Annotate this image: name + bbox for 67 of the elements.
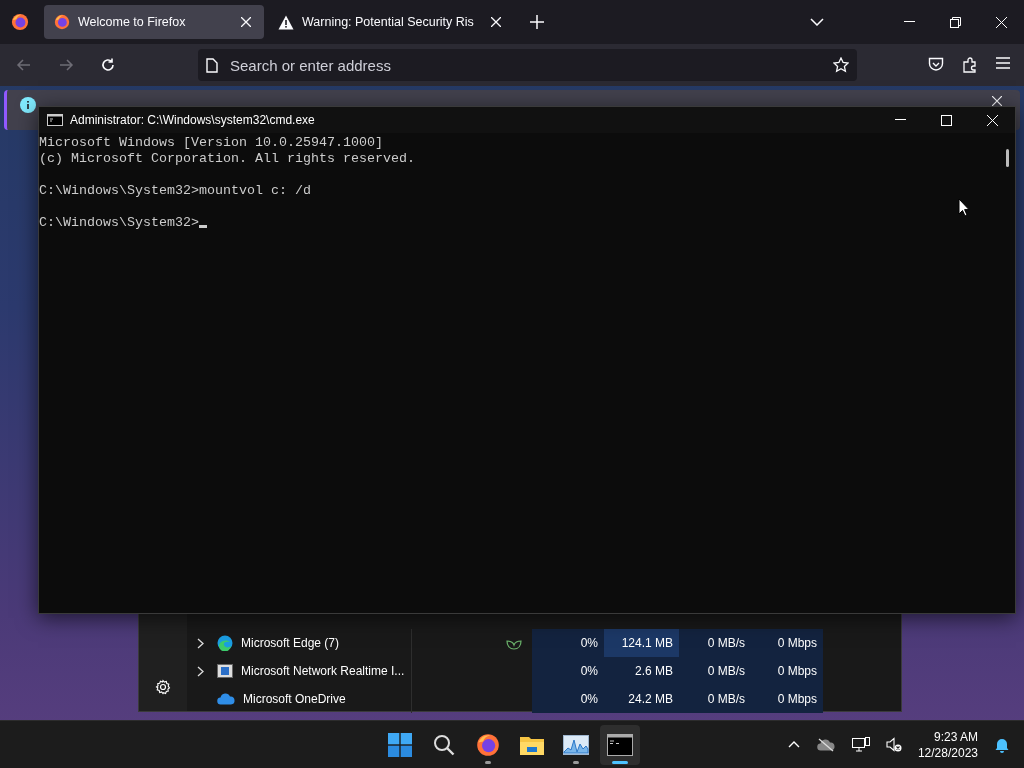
restore-icon[interactable] [949,16,961,28]
chevron-up-icon[interactable] [787,741,800,748]
table-cell: 0 Mbps [751,629,823,657]
table-cell: 0 MB/s [679,629,751,657]
console-line: C:\Windows\System32>mountvol c: /d [39,183,311,198]
process-name: Microsoft Network Realtime I... [241,664,405,678]
close-icon[interactable] [992,96,1002,106]
table-cell: 0 MB/s [679,657,751,685]
table-cell: 0% [532,629,604,657]
forward-arrow-icon [58,57,74,73]
performance-graph-icon [563,734,589,755]
close-tab-icon[interactable] [241,17,251,27]
console-line: C:\Windows\System32> [39,215,199,230]
close-icon[interactable] [986,114,998,126]
expand-chevron-icon[interactable] [197,665,204,677]
scrollbar-thumb[interactable] [1006,149,1009,167]
table-cell: 0 Mbps [751,657,823,685]
console-line: Microsoft Windows [Version 10.0.25947.1000] [39,135,383,150]
new-tab-icon[interactable] [530,15,544,29]
console-line: (c) Microsoft Corporation. All rights reserved. [39,151,415,166]
extensions-icon[interactable] [962,57,978,73]
window-title: Administrator: C:\Windows\system32\cmd.exe [70,113,316,127]
firefox-icon [54,14,70,30]
warning-icon [278,14,294,30]
volume-muted-icon[interactable] [885,737,902,752]
table-cell: 0% [532,657,604,685]
search-icon [433,733,455,756]
table-cell: 2.6 MB [604,657,679,685]
info-icon [20,97,36,113]
minimize-icon[interactable] [903,21,915,23]
maximize-icon[interactable] [940,114,952,126]
process-name: Microsoft OneDrive [243,692,346,706]
browser-tab[interactable]: Warning: Potential Security Ris [268,5,514,39]
table-cell: 0% [532,685,604,713]
minimize-icon[interactable] [894,119,906,121]
chevron-down-icon[interactable] [810,18,824,26]
firefox-icon [476,732,500,757]
cloud-off-icon[interactable] [815,737,836,752]
browser-tab[interactable]: Welcome to Firefox [44,5,264,39]
taskbar-button[interactable] [600,724,640,765]
network-icon[interactable] [851,736,870,753]
firefox-icon [11,13,29,31]
close-icon[interactable] [995,16,1007,28]
address-bar[interactable]: Search or enter address [198,49,857,81]
table-cell: 124.1 MB [604,629,679,657]
star-icon[interactable] [833,57,849,73]
process-name: Microsoft Edge (7) [241,636,340,650]
settings-icon[interactable] [155,679,171,695]
mouse-pointer-icon [958,198,970,218]
back-arrow-icon [16,57,32,73]
pocket-icon[interactable] [928,57,944,72]
table-cell: 0 MB/s [679,685,751,713]
edge-icon [217,635,233,651]
menu-icon[interactable] [996,57,1010,69]
page-icon [206,57,218,73]
expand-chevron-icon[interactable] [197,637,204,649]
table-cell: 0 Mbps [751,685,823,713]
console-icon [47,114,63,126]
bell-icon[interactable] [994,736,1010,753]
cloud-icon [217,693,235,705]
app-window-icon [217,664,233,678]
clock[interactable]: 9:23 AM 12/28/2023 [917,728,978,761]
windows-start-icon [388,732,412,757]
reload-icon [100,57,116,73]
close-tab-icon[interactable] [491,17,501,27]
console-icon [607,733,633,756]
table-cell: 24.2 MB [604,685,679,713]
